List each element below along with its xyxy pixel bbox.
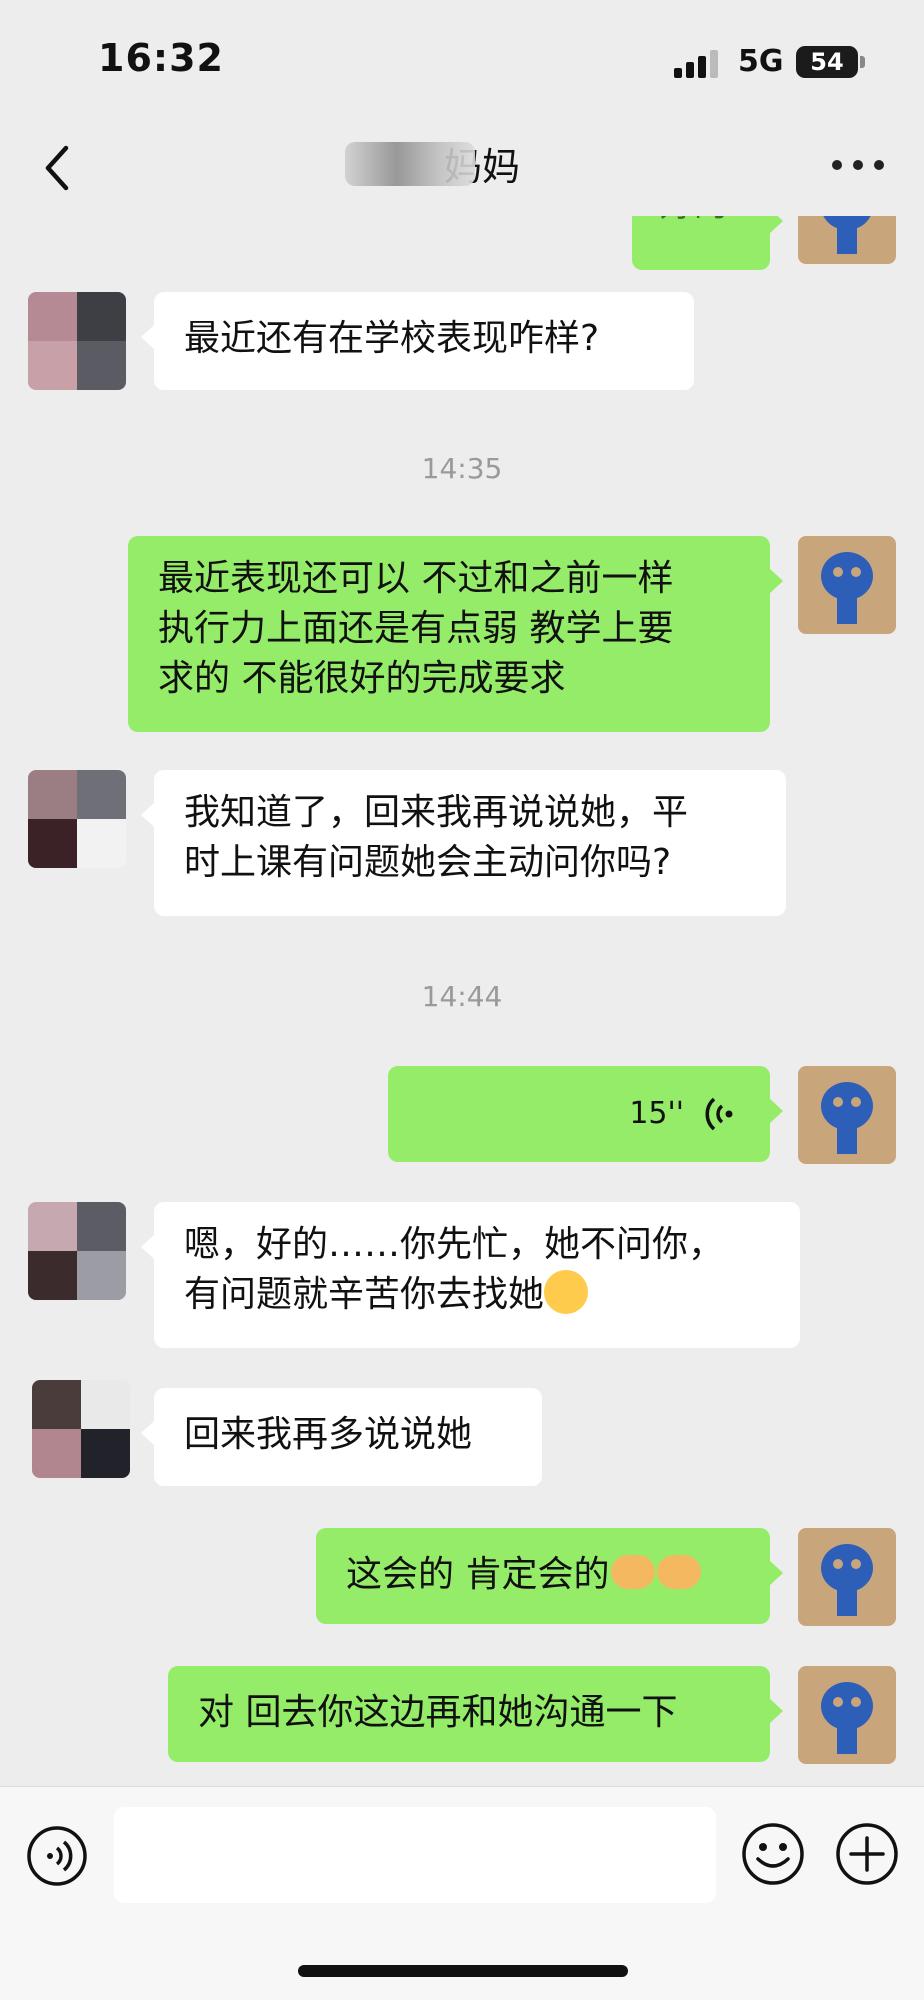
my-avatar[interactable] <box>798 1066 896 1164</box>
message-timestamp: 14:35 <box>421 452 503 485</box>
message-row: 我知道了，回来我再说说她，平 时上课有问题她会主动问你吗? <box>0 770 924 920</box>
message-row: 15'' <box>0 1066 924 1166</box>
voice-icon[interactable] <box>26 1825 88 1887</box>
message-bubble[interactable]: 我知道了，回来我再说说她，平 时上课有问题她会主动问你吗? <box>141 770 786 916</box>
smiley-icon[interactable] <box>740 1821 806 1887</box>
message-bubble[interactable]: 对 回去你这边再和她沟通一下 <box>168 1666 783 1762</box>
my-avatar[interactable] <box>798 1528 896 1626</box>
home-indicator[interactable] <box>298 1965 628 1977</box>
message-bubble[interactable]: 嗯，好的……你先忙，她不问你， 有问题就辛苦你去找她 <box>141 1202 800 1348</box>
message-row: 嗯，好的……你先忙，她不问你， 有问题就辛苦你去找她 <box>0 1202 924 1352</box>
input-bar <box>0 1786 924 2000</box>
signal-icon <box>674 50 722 78</box>
network-type: 5G <box>738 44 784 79</box>
my-avatar[interactable] <box>798 1666 896 1764</box>
message-row: 最近还有在学校表现咋样? <box>0 292 924 392</box>
message-row: 好的 <box>0 216 924 296</box>
handshake-emoji-icon <box>611 1555 656 1589</box>
voice-wave-icon <box>705 1097 733 1131</box>
chat-title-area: 妈妈 <box>0 136 924 191</box>
contact-avatar[interactable] <box>28 1202 126 1300</box>
message-row: 对 回去你这边再和她沟通一下 <box>0 1666 924 1766</box>
laughing-tears-emoji-icon <box>544 1270 589 1314</box>
message-text: 嗯，好的……你先忙，她不问你， 有问题就辛苦你去找她 <box>184 1224 725 1315</box>
contact-avatar[interactable] <box>32 1380 130 1478</box>
message-timestamp: 14:44 <box>421 980 503 1013</box>
message-row: 最近表现还可以 不过和之前一样 执行力上面还是有点弱 教学上要 求的 不能很好的… <box>0 536 924 736</box>
message-input[interactable] <box>114 1807 716 1903</box>
plus-icon[interactable] <box>834 1821 900 1887</box>
contact-avatar[interactable] <box>28 770 126 868</box>
my-avatar[interactable] <box>798 536 896 634</box>
message-text: 这会的 肯定会的 <box>346 1554 610 1595</box>
status-time: 16:32 <box>98 36 224 80</box>
more-dots-icon[interactable] <box>826 146 890 186</box>
voice-duration: 15'' <box>629 1096 684 1131</box>
battery-cap <box>860 56 865 68</box>
chat-header: 妈妈 <box>0 120 924 216</box>
battery-level: 54 <box>796 46 858 78</box>
handshake-emoji-icon <box>657 1555 702 1589</box>
message-row: 这会的 肯定会的 <box>0 1528 924 1628</box>
message-row: 回来我再多说说她 <box>0 1380 924 1488</box>
message-bubble[interactable]: 最近还有在学校表现咋样? <box>141 292 694 390</box>
status-bar: 16:32 5G 54 <box>0 0 924 120</box>
message-bubble[interactable]: 这会的 肯定会的 <box>316 1528 783 1624</box>
voice-message-bubble[interactable]: 15'' <box>388 1066 783 1162</box>
blurred-name <box>345 142 475 186</box>
message-bubble[interactable]: 最近表现还可以 不过和之前一样 执行力上面还是有点弱 教学上要 求的 不能很好的… <box>128 536 783 732</box>
contact-avatar[interactable] <box>28 292 126 390</box>
my-avatar[interactable] <box>798 216 896 264</box>
message-list[interactable]: 好的 最近还有在学校表现咋样? 14:35 最近表现还可以 不过和之前一样 执行… <box>0 216 924 1786</box>
message-bubble[interactable]: 好的 <box>632 216 783 270</box>
message-bubble[interactable]: 回来我再多说说她 <box>141 1388 542 1486</box>
